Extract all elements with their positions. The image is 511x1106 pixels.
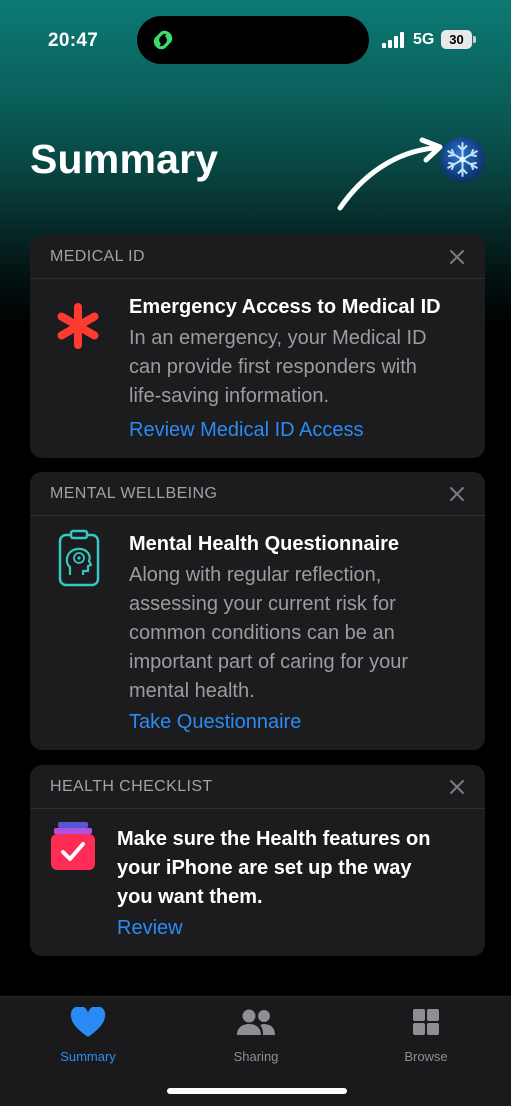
description-line: Along with regular reflection, (129, 564, 382, 586)
curved-arrow-icon (337, 137, 443, 211)
description-line: can provide first responders with (129, 356, 417, 378)
tab-sharing[interactable]: Sharing (196, 1007, 316, 1064)
medical-id-card[interactable]: MEDICAL ID Emergency Access to Medical I… (30, 235, 485, 458)
asterisk-icon (57, 303, 99, 349)
tab-label: Sharing (233, 1049, 279, 1064)
description-line: mental health. (129, 680, 255, 702)
card-description: In an emergency, your Medical ID can pro… (129, 324, 427, 411)
card-header: HEALTH CHECKLIST (30, 765, 485, 809)
mental-wellbeing-card[interactable]: MENTAL WELLBEING Mental Health Questionn… (30, 472, 485, 750)
description-line: common conditions can be an (129, 622, 395, 644)
description-line: life-saving information. (129, 385, 330, 407)
card-title: Emergency Access to Medical ID (129, 296, 441, 318)
card-section-title: MENTAL WELLBEING (50, 485, 218, 502)
take-questionnaire-link[interactable]: Take Questionnaire (129, 711, 301, 734)
close-icon[interactable] (449, 249, 465, 265)
battery-level: 30 (449, 32, 464, 47)
head-clipboard-icon (58, 529, 100, 587)
tab-label: Browse (404, 1049, 448, 1064)
tab-browse[interactable]: Browse (366, 1007, 486, 1064)
close-icon[interactable] (449, 779, 465, 795)
profile-avatar[interactable] (440, 137, 485, 182)
title-line: Make sure the Health features on (117, 828, 431, 850)
title-line: you want them. (117, 886, 263, 908)
battery-icon: 30 (441, 30, 472, 49)
card-section-title: MEDICAL ID (50, 248, 145, 265)
battery-tip (473, 36, 476, 43)
card-header: MEDICAL ID (30, 235, 485, 279)
card-title: Make sure the Health features on your iP… (117, 825, 430, 912)
card-description: Along with regular reflection, assessing… (129, 561, 408, 706)
dynamic-island (137, 16, 369, 64)
title-line: your iPhone are set up the way (117, 857, 412, 879)
status-time: 20:47 (48, 30, 99, 51)
home-indicator[interactable] (167, 1088, 347, 1094)
close-icon[interactable] (449, 486, 465, 502)
description-line: important part of caring for your (129, 651, 409, 673)
checklist-icon (51, 822, 95, 870)
card-header: MENTAL WELLBEING (30, 472, 485, 516)
grid-icon (413, 1009, 439, 1035)
description-line: In an emergency, your Medical ID (129, 327, 427, 349)
review-medical-id-link[interactable]: Review Medical ID Access (129, 419, 364, 442)
people-icon (237, 1009, 275, 1035)
card-section-title: HEALTH CHECKLIST (50, 778, 213, 795)
link-icon (153, 30, 173, 50)
tab-summary[interactable]: Summary (28, 1007, 148, 1064)
heart-icon (70, 1007, 106, 1037)
page-title: Summary (30, 136, 219, 182)
card-title: Mental Health Questionnaire (129, 533, 400, 555)
health-checklist-card[interactable]: HEALTH CHECKLIST Make sure the Health fe… (30, 765, 485, 956)
description-line: assessing your current risk for (129, 593, 396, 615)
tab-label: Summary (60, 1049, 116, 1064)
cellular-signal-icon (382, 32, 404, 48)
review-checklist-link[interactable]: Review (117, 917, 183, 940)
health-summary-screen: 20:47 5G 30 Summary MEDICAL ID Emergency… (0, 0, 511, 1106)
status-bar: 20:47 5G 30 (0, 0, 511, 80)
network-type: 5G (413, 31, 435, 48)
snowflake-icon (447, 142, 478, 177)
